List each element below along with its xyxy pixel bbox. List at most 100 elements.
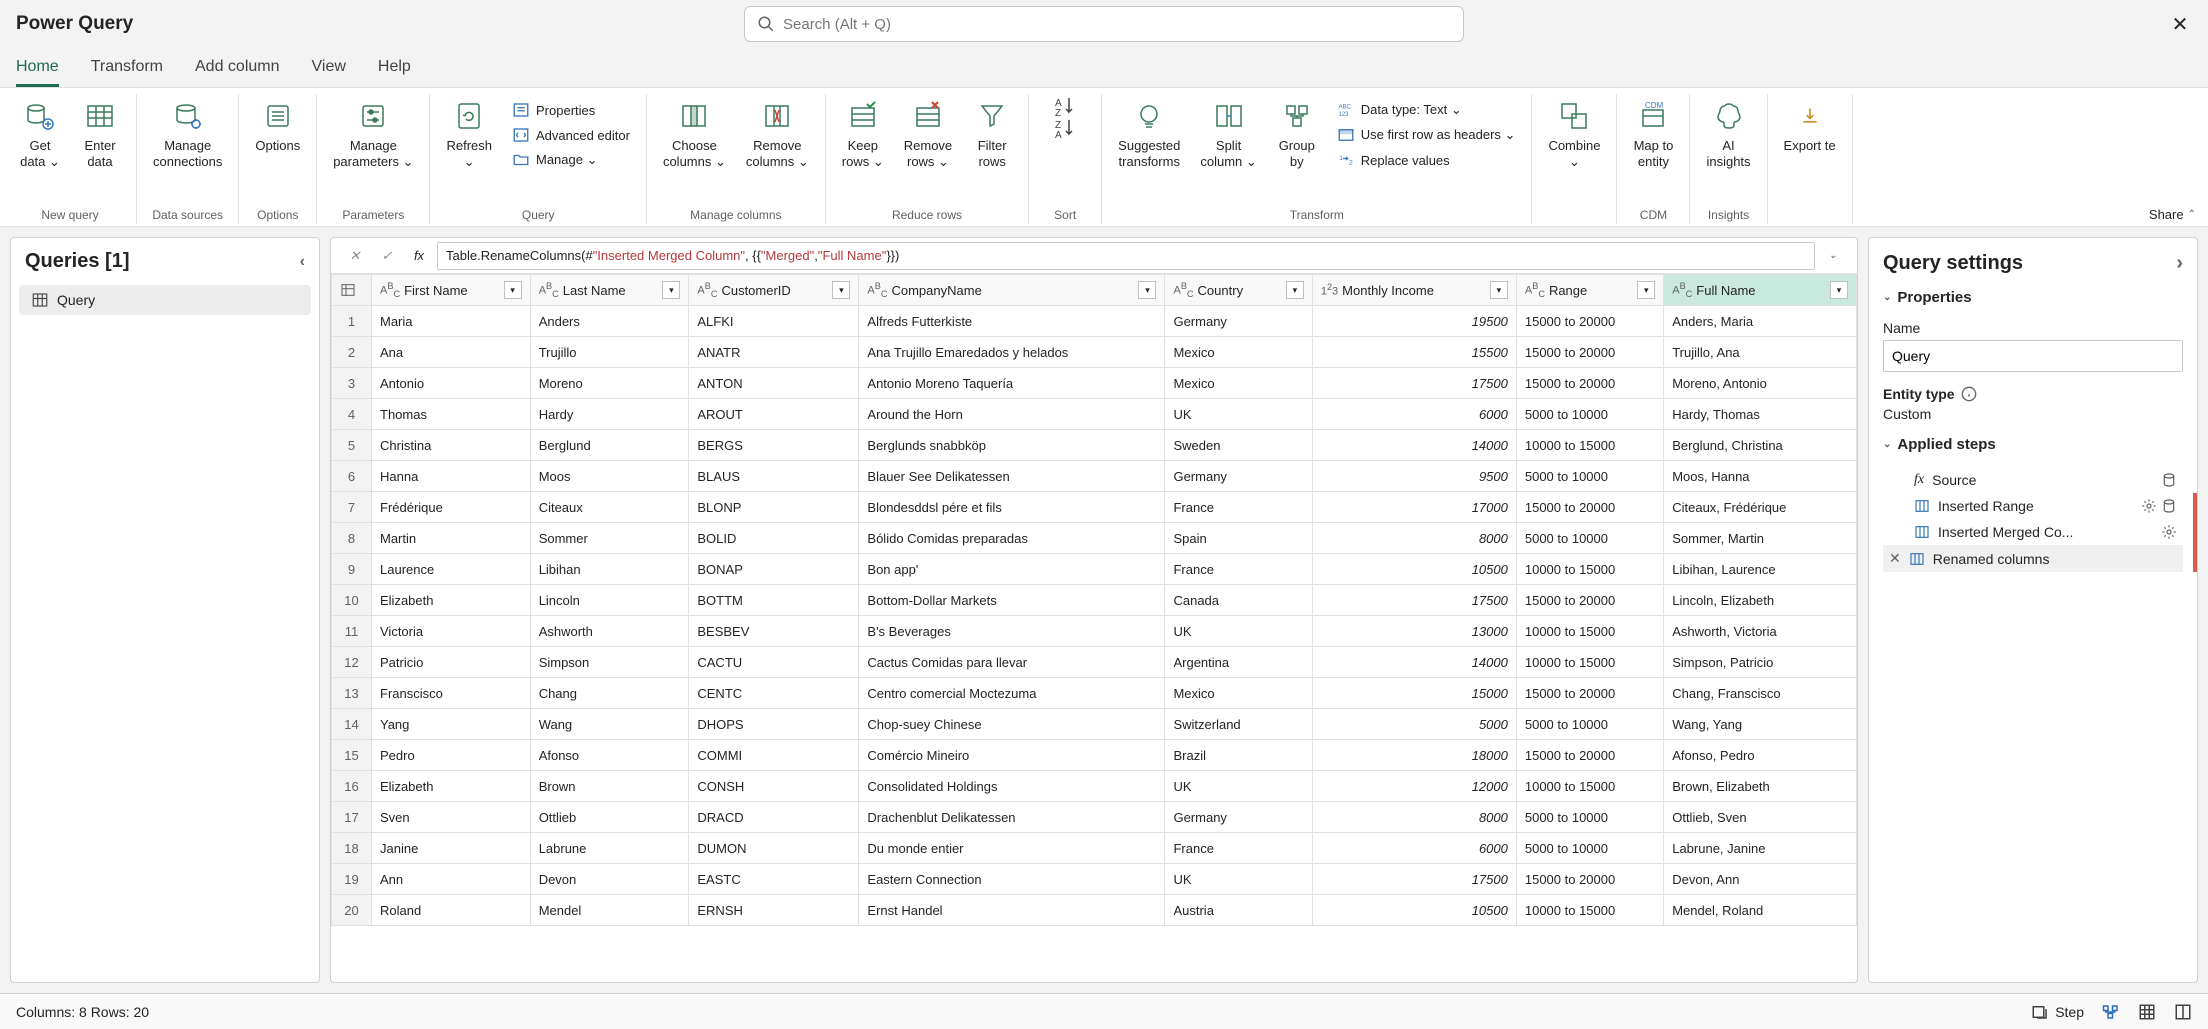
row-number[interactable]: 3 (332, 368, 372, 399)
cell[interactable]: Labrune (530, 833, 689, 864)
cell[interactable]: 19500 (1312, 306, 1516, 337)
manage-connections-button[interactable]: Manageconnections (145, 94, 230, 173)
suggested-transforms-button[interactable]: Suggestedtransforms (1110, 94, 1188, 173)
split-column-button[interactable]: Splitcolumn ⌄ (1192, 94, 1264, 173)
cell[interactable]: Bólido Comidas preparadas (859, 523, 1165, 554)
cell[interactable]: 9500 (1312, 461, 1516, 492)
grid-view-button[interactable] (2138, 1003, 2156, 1021)
combine-button[interactable]: Combine⌄ (1540, 94, 1608, 173)
cell[interactable]: Brown, Elizabeth (1664, 771, 1857, 802)
cell[interactable]: 10000 to 15000 (1516, 771, 1663, 802)
cell[interactable]: Mexico (1165, 678, 1312, 709)
remove-columns-button[interactable]: Removecolumns ⌄ (738, 94, 817, 173)
cell[interactable]: Mexico (1165, 368, 1312, 399)
cell[interactable]: Sommer (530, 523, 689, 554)
cell[interactable]: ANATR (689, 337, 859, 368)
enter-data-button[interactable]: Enterdata (72, 94, 128, 173)
cell[interactable]: DRACD (689, 802, 859, 833)
cell[interactable]: Martin (372, 523, 531, 554)
step-nav-button[interactable]: Step (2031, 1003, 2084, 1021)
database-icon[interactable] (2161, 472, 2177, 488)
row-number[interactable]: 20 (332, 895, 372, 926)
row-number[interactable]: 8 (332, 523, 372, 554)
cell[interactable]: 10500 (1312, 554, 1516, 585)
cell[interactable]: Victoria (372, 616, 531, 647)
row-number[interactable]: 16 (332, 771, 372, 802)
cell[interactable]: Trujillo (530, 337, 689, 368)
table-row[interactable]: 14YangWangDHOPSChop-suey ChineseSwitzerl… (332, 709, 1857, 740)
cell[interactable]: Chop-suey Chinese (859, 709, 1165, 740)
cell[interactable]: Germany (1165, 306, 1312, 337)
cell[interactable]: Libihan, Laurence (1664, 554, 1857, 585)
cell[interactable]: Anders (530, 306, 689, 337)
cell[interactable]: Sommer, Martin (1664, 523, 1857, 554)
table-row[interactable]: 19AnnDevonEASTCEastern ConnectionUK17500… (332, 864, 1857, 895)
cell[interactable]: 5000 to 10000 (1516, 802, 1663, 833)
cell[interactable]: Anders, Maria (1664, 306, 1857, 337)
cell[interactable]: 15500 (1312, 337, 1516, 368)
cell[interactable]: Bon app' (859, 554, 1165, 585)
cell[interactable]: Lincoln, Elizabeth (1664, 585, 1857, 616)
cell[interactable]: 15000 to 20000 (1516, 337, 1663, 368)
share-button[interactable]: Share ⌃ (2149, 207, 2196, 222)
cell[interactable]: BOLID (689, 523, 859, 554)
row-number[interactable]: 14 (332, 709, 372, 740)
cell[interactable]: Maria (372, 306, 531, 337)
map-to-entity-button[interactable]: CDMMap toentity (1625, 94, 1681, 173)
cell[interactable]: 5000 (1312, 709, 1516, 740)
cell[interactable]: Alfreds Futterkiste (859, 306, 1165, 337)
fx-button[interactable]: fx (405, 242, 433, 270)
row-number[interactable]: 11 (332, 616, 372, 647)
filter-dropdown[interactable]: ▾ (1830, 281, 1848, 299)
cell[interactable]: BOTTM (689, 585, 859, 616)
cell[interactable]: 6000 (1312, 399, 1516, 430)
cell[interactable]: Canada (1165, 585, 1312, 616)
cell[interactable]: Devon (530, 864, 689, 895)
row-number[interactable]: 6 (332, 461, 372, 492)
cell[interactable]: BLONP (689, 492, 859, 523)
table-row[interactable]: 5ChristinaBerglundBERGSBerglunds snabbkö… (332, 430, 1857, 461)
filter-dropdown[interactable]: ▾ (504, 281, 522, 299)
table-row[interactable]: 3AntonioMorenoANTONAntonio Moreno Taquer… (332, 368, 1857, 399)
cell[interactable]: Berglund, Christina (1664, 430, 1857, 461)
cell[interactable]: Sven (372, 802, 531, 833)
cell[interactable]: UK (1165, 616, 1312, 647)
cell[interactable]: France (1165, 554, 1312, 585)
table-row[interactable]: 4ThomasHardyAROUTAround the HornUK600050… (332, 399, 1857, 430)
data-type-button[interactable]: ABC123Data type: Text ⌄ (1329, 98, 1524, 122)
cell[interactable]: Around the Horn (859, 399, 1165, 430)
choose-columns-button[interactable]: Choosecolumns ⌄ (655, 94, 734, 173)
cell[interactable]: Centro comercial Moctezuma (859, 678, 1165, 709)
gear-icon[interactable] (2141, 498, 2157, 514)
cell[interactable]: Eastern Connection (859, 864, 1165, 895)
data-grid[interactable]: ABCFirst Name▾ABCLast Name▾ABCCustomerID… (331, 274, 1857, 982)
refresh-button[interactable]: Refresh⌄ (438, 94, 500, 173)
table-row[interactable]: 6HannaMoosBLAUSBlauer See DelikatessenGe… (332, 461, 1857, 492)
cell[interactable]: Germany (1165, 802, 1312, 833)
cell[interactable]: Lincoln (530, 585, 689, 616)
cell[interactable]: 10000 to 15000 (1516, 430, 1663, 461)
cell[interactable]: Citeaux, Frédérique (1664, 492, 1857, 523)
cell[interactable]: Franscisco (372, 678, 531, 709)
cell[interactable]: BESBEV (689, 616, 859, 647)
table-row[interactable]: 7FrédériqueCiteauxBLONPBlondesddsl pére … (332, 492, 1857, 523)
cell[interactable]: CONSH (689, 771, 859, 802)
cell[interactable]: UK (1165, 771, 1312, 802)
row-number[interactable]: 15 (332, 740, 372, 771)
cell[interactable]: Ann (372, 864, 531, 895)
cell[interactable]: Ernst Handel (859, 895, 1165, 926)
cell[interactable]: Blauer See Delikatessen (859, 461, 1165, 492)
cell[interactable]: Comércio Mineiro (859, 740, 1165, 771)
tab-view[interactable]: View (312, 50, 346, 87)
export-template-button[interactable]: Export te (1776, 94, 1844, 158)
database-icon[interactable] (2161, 498, 2177, 514)
filter-dropdown[interactable]: ▾ (832, 281, 850, 299)
cancel-formula-button[interactable]: ✕ (341, 242, 369, 270)
properties-section-header[interactable]: ⌄ Properties (1883, 289, 2183, 306)
cell[interactable]: 12000 (1312, 771, 1516, 802)
tab-help[interactable]: Help (378, 50, 411, 87)
filter-dropdown[interactable]: ▾ (1286, 281, 1304, 299)
cell[interactable]: Cactus Comidas para llevar (859, 647, 1165, 678)
cell[interactable]: Moos (530, 461, 689, 492)
cell[interactable]: 13000 (1312, 616, 1516, 647)
